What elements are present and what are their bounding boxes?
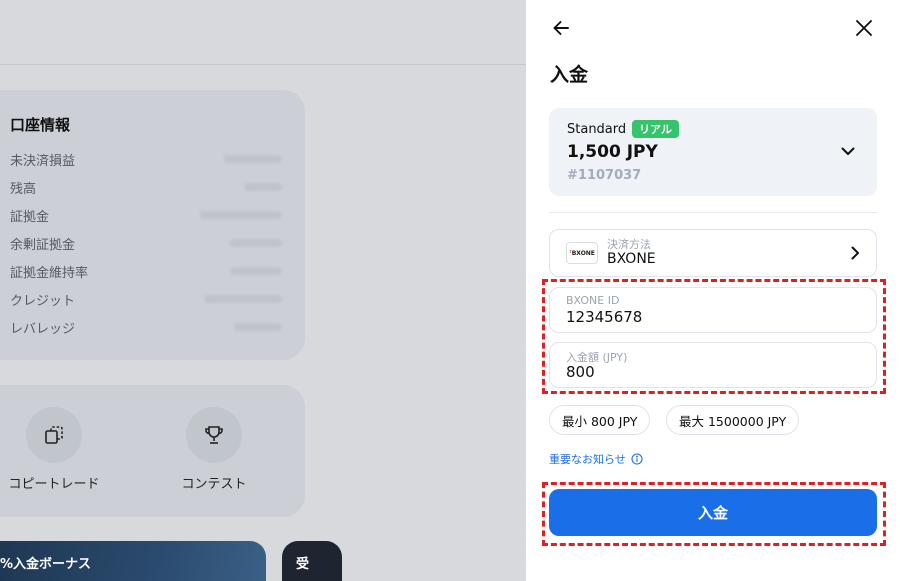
account-row-balance: 残高 (10, 173, 282, 201)
row-label: 証拠金 (10, 209, 50, 225)
row-label: 未決済損益 (10, 153, 76, 169)
real-account-badge: リアル (632, 120, 680, 138)
back-button[interactable] (547, 14, 575, 42)
blurred-value (204, 295, 282, 303)
account-info-title: 口座情報 (10, 116, 71, 134)
payment-method-selector[interactable]: ⁷ BXONE 決済方法 BXONE (549, 229, 877, 277)
account-selector[interactable]: Standard リアル 1,500 JPY #1107037 (549, 108, 877, 196)
contest-label: コンテスト (181, 477, 247, 492)
background-app: 口座情報 未決済損益 残高 証拠金 余剰証拠金 証拠金維持率 クレジット レバレ… (0, 0, 526, 581)
blurred-value (230, 267, 282, 275)
trophy-icon (205, 426, 223, 444)
account-type-label: Standard (567, 121, 627, 137)
important-notice-link[interactable]: 重要なお知らせ (549, 451, 643, 467)
account-row-margin: 証拠金 (10, 201, 282, 229)
important-notice-text: 重要なお知らせ (549, 453, 626, 466)
blurred-value (244, 183, 282, 191)
panel-title: 入金 (550, 64, 589, 86)
account-row-free-margin: 余剰証拠金 (10, 229, 282, 257)
secondary-banner[interactable]: 受 (282, 541, 342, 581)
blurred-value (224, 155, 282, 163)
contest-tool[interactable]: コンテスト (154, 407, 274, 492)
copy-trade-label: コピートレード (8, 477, 100, 492)
deposit-panel: 入金 Standard リアル 1,500 JPY #1107037 ⁷ BXON… (526, 0, 900, 581)
highlight-submit-button (542, 482, 886, 546)
arrow-left-icon (553, 21, 569, 35)
bxone-logo: ⁷ BXONE (566, 242, 598, 264)
row-label: 余剰証拠金 (10, 237, 76, 253)
row-label: 証拠金維持率 (10, 265, 89, 281)
tools-card: コピートレード コンテスト (0, 385, 305, 517)
close-button[interactable] (850, 14, 878, 42)
account-type: Standard リアル (567, 120, 680, 138)
account-row-unrealized: 未決済損益 (10, 145, 282, 173)
copy-icon (45, 426, 63, 444)
blurred-value (230, 239, 282, 247)
blurred-value (234, 323, 282, 331)
row-label: レバレッジ (10, 321, 76, 337)
secondary-banner-text: 受 (296, 557, 310, 572)
close-icon (856, 20, 872, 36)
account-number: #1107037 (567, 168, 642, 183)
info-icon (631, 453, 643, 465)
payment-method-value: BXONE (607, 251, 656, 267)
bonus-banner-text: %入金ボーナス (0, 557, 92, 572)
copy-trade-icon-circle (26, 407, 82, 463)
section-divider (549, 212, 877, 213)
account-balance: 1,500 JPY (567, 142, 658, 162)
contest-icon-circle (186, 407, 242, 463)
row-label: 残高 (10, 181, 37, 197)
max-amount-chip[interactable]: 最大 1500000 JPY (666, 405, 800, 435)
chevron-right-icon (846, 244, 864, 266)
chevron-down-icon (839, 142, 857, 164)
account-row-margin-level: 証拠金維持率 (10, 257, 282, 285)
copy-trade-tool[interactable]: コピートレード (0, 407, 114, 492)
header-divider (0, 64, 526, 65)
account-row-credit: クレジット (10, 285, 282, 313)
min-amount-chip[interactable]: 最小 800 JPY (549, 405, 651, 435)
account-row-leverage: レバレッジ (10, 313, 282, 341)
payment-method-label: 決済方法 (607, 238, 651, 251)
row-label: クレジット (10, 293, 76, 309)
bonus-banner[interactable]: %入金ボーナス (0, 541, 266, 581)
account-info-card: 口座情報 未決済損益 残高 証拠金 余剰証拠金 証拠金維持率 クレジット レバレ… (0, 90, 305, 360)
highlight-input-fields (542, 279, 886, 394)
blurred-value (200, 211, 282, 219)
